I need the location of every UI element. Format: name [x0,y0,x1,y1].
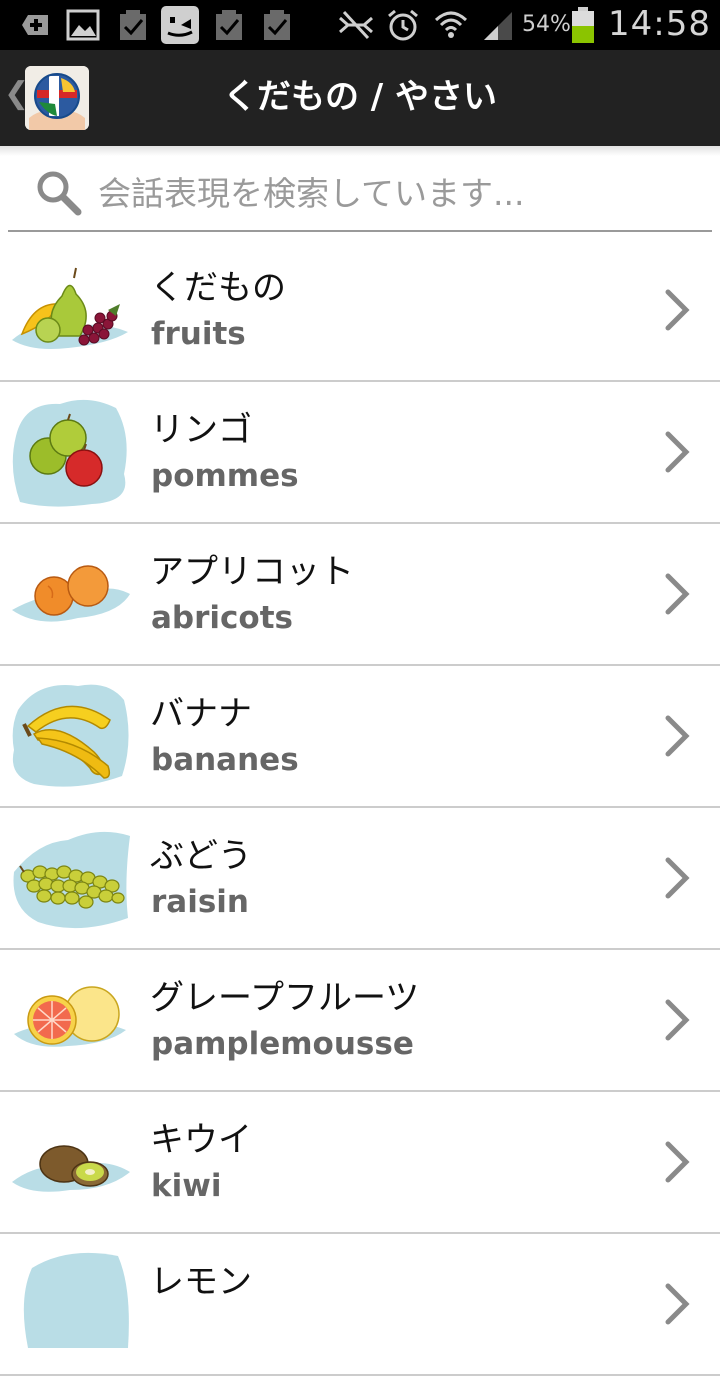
chevron-right-icon [665,999,690,1041]
chevron-right-icon [665,573,690,615]
list-item-fruits[interactable]: くだもの fruits [0,240,720,382]
search-bar [8,158,712,232]
item-title: キウイ [150,1120,252,1160]
item-title: バナナ [150,694,252,734]
item-title: グレープフルーツ [150,978,420,1018]
list-item-grapefruit[interactable]: グレープフルーツ pamplemousse [0,950,720,1092]
list-item-apples[interactable]: リンゴ pommes [0,382,720,524]
fruits-illustration-icon [12,267,128,349]
lemon-illustration-icon [23,1252,129,1348]
item-subtitle: fruits [151,316,246,352]
app-logo-globe-icon[interactable] [25,66,89,130]
chevron-right-icon [665,431,690,473]
list-item-lemon[interactable]: レモン [0,1234,720,1376]
category-list: くだもの fruits リンゴ pommes アプリコット abricots バ… [0,240,720,1376]
search-icon [37,171,82,216]
bananas-illustration-icon [12,684,129,787]
mute-icon [339,10,373,40]
wifi-icon [434,11,468,38]
apples-illustration-icon [12,399,127,507]
signal-icon [484,12,512,40]
item-subtitle: kiwi [151,1168,222,1204]
item-title: レモン [150,1262,252,1302]
list-item-grapes[interactable]: ぶどう raisin [0,808,720,950]
check-icon [216,10,242,40]
gallery-icon [66,9,100,41]
clock: 14:58 [608,4,711,44]
check-icon [120,10,146,40]
chevron-right-icon [665,857,690,899]
chevron-right-icon [665,715,690,757]
battery-icon [572,7,594,43]
item-subtitle: pommes [151,458,299,494]
apricots-illustration-icon [12,565,130,622]
page-title: くだもの / やさい [222,77,498,117]
action-bar: くだもの / やさい ❮ [0,50,720,146]
item-title: アプリコット [150,552,354,592]
item-title: リンゴ [150,410,252,450]
grapefruit-illustration-icon [14,986,126,1047]
messenger-icon [161,6,199,44]
item-subtitle: pamplemousse [151,1026,414,1062]
item-title: ぶどう [150,836,252,876]
add-notification-icon [22,15,48,35]
chevron-right-icon [665,289,690,331]
kiwi-illustration-icon [12,1145,130,1192]
action-bar-shadow [0,146,720,156]
check-icon [264,10,290,40]
grapes-illustration-icon [13,831,130,929]
chevron-right-icon [665,1141,690,1183]
item-subtitle: raisin [151,884,249,920]
item-title: くだもの [150,268,286,308]
list-item-kiwi[interactable]: キウイ kiwi [0,1092,720,1234]
list-item-apricots[interactable]: アプリコット abricots [0,524,720,666]
list-item-bananas[interactable]: バナナ bananes [0,666,720,808]
chevron-right-icon [665,1283,690,1325]
item-subtitle: bananes [151,742,299,778]
battery-percent: 54% [522,12,571,37]
search-input[interactable] [98,168,698,218]
alarm-icon [388,9,418,41]
item-subtitle: abricots [151,600,293,636]
status-bar: 54% 14:58 [0,0,720,50]
